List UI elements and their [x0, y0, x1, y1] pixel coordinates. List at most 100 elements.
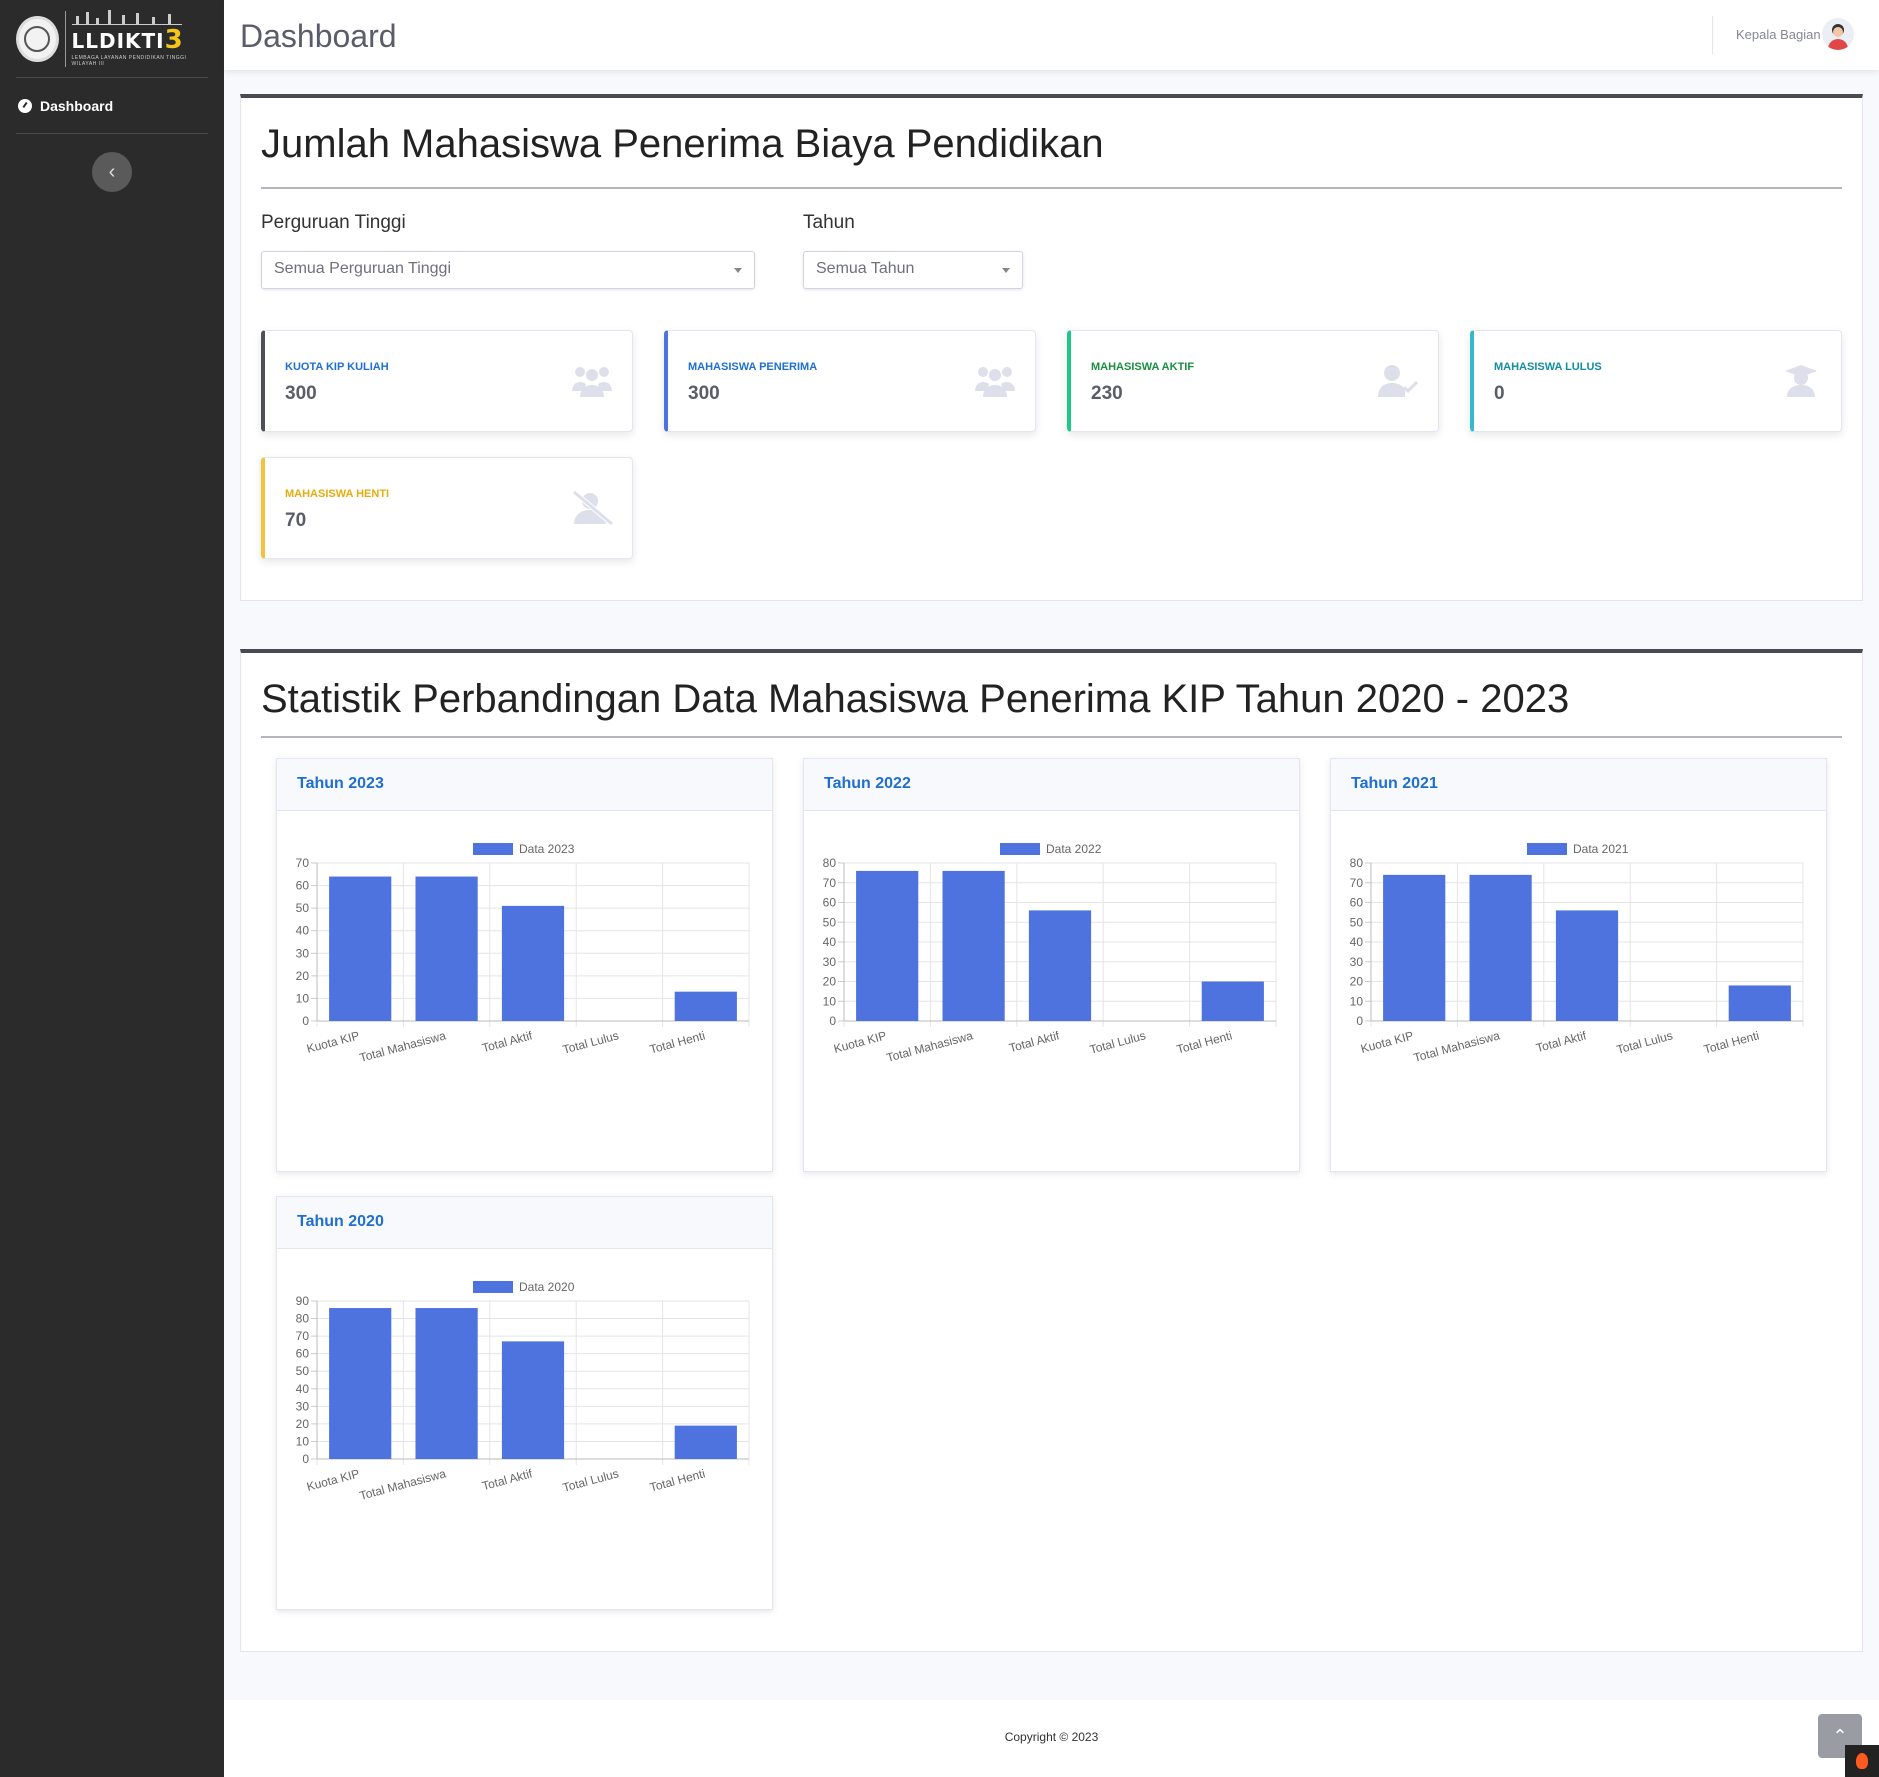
legend-label: Data 2023 — [519, 842, 575, 856]
user-graduate-icon — [1785, 365, 1817, 397]
y-tick-label: 30 — [296, 1399, 310, 1413]
statistics-panel: Statistik Perbandingan Data Mahasiswa Pe… — [240, 649, 1863, 1652]
sidebar-item-dashboard[interactable]: Dashboard — [16, 78, 208, 134]
y-tick-label: 20 — [296, 1417, 310, 1431]
x-tick-label: Total Lulus — [1615, 1028, 1674, 1056]
bar — [674, 991, 737, 1021]
bar — [1383, 874, 1446, 1021]
sidebar-toggle-button[interactable]: ‹ — [92, 152, 132, 192]
statistics-title: Statistik Perbandingan Data Mahasiswa Pe… — [261, 677, 1570, 721]
y-tick-label: 0 — [302, 1452, 309, 1466]
x-tick-label: Total Aktif — [1008, 1028, 1062, 1055]
x-tick-label: Total Henti — [1175, 1028, 1233, 1056]
y-tick-label: 80 — [296, 1312, 310, 1326]
bar — [501, 905, 565, 1021]
y-tick-label: 60 — [823, 896, 837, 910]
bar — [856, 870, 919, 1021]
brand-logo[interactable]: LLDIKTI3 LEMBAGA LAYANAN PENDIDIKAN TING… — [16, 0, 208, 78]
x-tick-label: Kuota KIP — [305, 1466, 361, 1494]
y-tick-label: 0 — [829, 1014, 836, 1028]
bar — [674, 1425, 737, 1459]
divider — [261, 736, 1842, 738]
stat-label: MAHASISWA HENTI — [285, 488, 390, 500]
user-slash-icon — [572, 490, 614, 526]
x-tick-label: Total Aktif — [481, 1028, 535, 1055]
stat-label: MAHASISWA PENERIMA — [688, 361, 818, 373]
stat-card-aktif: MAHASISWA AKTIF 230 — [1067, 330, 1439, 432]
x-tick-label: Total Henti — [648, 1028, 706, 1056]
y-tick-label: 40 — [1350, 935, 1364, 949]
y-tick-label: 60 — [296, 879, 310, 893]
topbar-divider — [1712, 16, 1713, 54]
bar — [415, 876, 478, 1021]
bar-chart-2020: Data 20200102030405060708090Kuota KIPTot… — [296, 1280, 750, 1503]
institution-select-value: Semua Perguruan Tinggi — [274, 260, 451, 277]
flame-icon[interactable] — [1845, 1745, 1879, 1777]
university-seal-icon — [16, 15, 59, 62]
bar-chart-2022: Data 202201020304050607080Kuota KIPTotal… — [823, 842, 1277, 1065]
bar — [415, 1308, 478, 1459]
avatar[interactable] — [1822, 18, 1854, 50]
legend-swatch — [473, 1281, 513, 1293]
users-icon — [572, 367, 612, 397]
x-tick-label: Total Henti — [1702, 1028, 1760, 1056]
stat-value: 230 — [1091, 383, 1123, 404]
x-tick-label: Total Lulus — [1088, 1028, 1147, 1056]
chart-card-title: Tahun 2023 — [277, 759, 772, 811]
y-tick-label: 20 — [296, 969, 310, 983]
page-title: Dashboard — [240, 18, 397, 54]
y-tick-label: 50 — [823, 915, 837, 929]
bar — [1028, 910, 1092, 1021]
stat-card-henti: MAHASISWA HENTI 70 — [261, 457, 633, 559]
stat-label: KUOTA KIP KULIAH — [285, 361, 389, 373]
bar — [1201, 981, 1264, 1021]
x-tick-label: Total Mahasiswa — [358, 1028, 448, 1065]
tachometer-icon — [18, 98, 32, 113]
y-tick-label: 40 — [823, 935, 837, 949]
y-tick-label: 90 — [296, 1294, 310, 1308]
y-tick-label: 50 — [296, 901, 310, 915]
caret-down-icon — [734, 268, 742, 273]
y-tick-label: 20 — [1350, 975, 1364, 989]
bar-chart-2021: Data 202101020304050607080Kuota KIPTotal… — [1350, 842, 1804, 1065]
legend-label: Data 2021 — [1573, 842, 1629, 856]
topbar: Dashboard Kepala Bagian — [224, 0, 1879, 70]
summary-panel: Jumlah Mahasiswa Penerima Biaya Pendidik… — [240, 94, 1863, 601]
bar — [329, 1308, 392, 1459]
bar — [1728, 985, 1791, 1021]
lldikti-logo: LLDIKTI3 LEMBAGA LAYANAN PENDIDIKAN TING… — [64, 9, 209, 67]
footer: Copyright © 2023 — [224, 1700, 1879, 1777]
stat-card-lulus: MAHASISWA LULUS 0 — [1470, 330, 1842, 432]
x-tick-label: Kuota KIP — [832, 1028, 888, 1056]
user-name[interactable]: Kepala Bagian — [1736, 27, 1821, 42]
y-tick-label: 0 — [302, 1014, 309, 1028]
year-select[interactable]: Semua Tahun — [803, 251, 1023, 289]
legend-swatch — [1000, 843, 1040, 855]
chart-card-2023: Tahun 2023 Data 2023 0 10 20 30 40 50 60 70 Kuota… — [276, 758, 773, 1172]
y-tick-label: 40 — [296, 1382, 310, 1396]
institution-select[interactable]: Semua Perguruan Tinggi — [261, 251, 755, 289]
legend-swatch — [473, 843, 513, 855]
logo-subtitle: LEMBAGA LAYANAN PENDIDIKAN TINGGI WILAYA… — [71, 54, 187, 67]
y-tick-label: 70 — [296, 856, 310, 870]
y-tick-label: 40 — [296, 924, 310, 938]
x-tick-label: Total Mahasiswa — [358, 1466, 448, 1503]
x-tick-label: Total Mahasiswa — [885, 1028, 975, 1065]
x-tick-label: Kuota KIP — [305, 1028, 361, 1056]
legend-swatch — [1527, 843, 1567, 855]
y-tick-label: 60 — [296, 1347, 310, 1361]
users-icon — [975, 367, 1015, 397]
y-tick-label: 70 — [1350, 876, 1364, 890]
x-tick-label: Total Lulus — [561, 1466, 620, 1494]
stat-label: MAHASISWA LULUS — [1494, 361, 1602, 373]
sidebar: LLDIKTI3 LEMBAGA LAYANAN PENDIDIKAN TING… — [0, 0, 224, 1777]
chart-card-2020: Tahun 2020 Data 2020 0 10 20 30 40 50 60 70 80 90 K… — [276, 1196, 773, 1610]
logo-wordmark: LLDIKTI3 — [71, 24, 184, 55]
legend-label: Data 2022 — [1046, 842, 1102, 856]
skyline-icon — [71, 9, 182, 25]
year-filter-label: Tahun — [803, 212, 855, 233]
summary-title: Jumlah Mahasiswa Penerima Biaya Pendidik… — [261, 122, 1104, 166]
bar-chart-2023: Data 2023 0 10 20 30 40 50 60 70 Kuota KIPTotal M… — [296, 842, 750, 1065]
stat-card-kuota: KUOTA KIP KULIAH 300 — [261, 330, 633, 432]
legend-label: Data 2020 — [519, 1280, 575, 1294]
